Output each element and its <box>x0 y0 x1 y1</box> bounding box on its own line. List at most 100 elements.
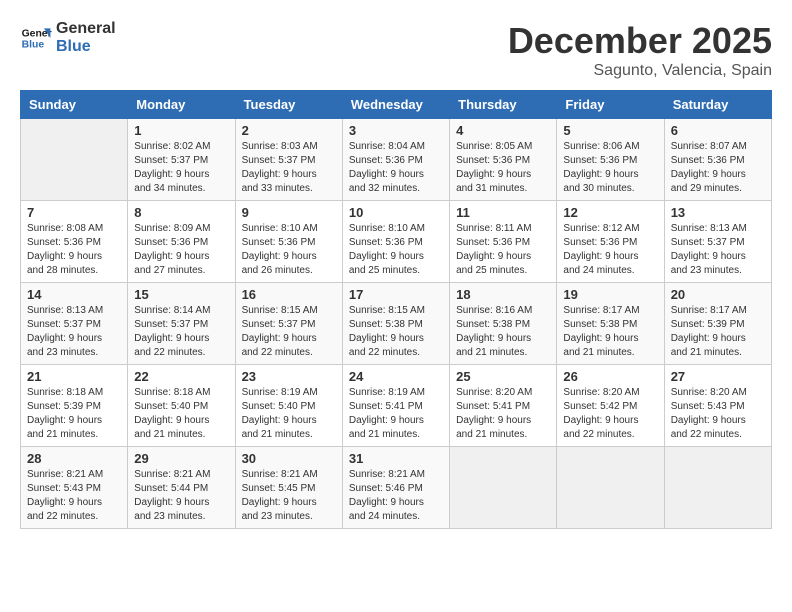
day-cell <box>450 447 557 529</box>
logo-general: General <box>56 20 116 38</box>
day-cell: 17 Sunrise: 8:15 AMSunset: 5:38 PMDayligh… <box>342 283 449 365</box>
svg-text:Blue: Blue <box>22 39 45 50</box>
day-cell: 11Sunrise: 8:11 AMSunset: 5:36 PMDayligh… <box>450 201 557 283</box>
day-number: 31 <box>349 451 443 466</box>
day-number: 27 <box>671 369 765 384</box>
day-number: 21 <box>27 369 121 384</box>
day-cell <box>557 447 664 529</box>
day-info: Sunrise: 8:19 AMSunset: 5:40 PMDaylight:… <box>242 386 336 442</box>
day-info: Sunrise: 8:08 AMSunset: 5:36 PMDaylight:… <box>27 222 121 278</box>
day-number: 17 <box>349 287 443 302</box>
day-number: 14 <box>27 287 121 302</box>
day-number: 10 <box>349 205 443 220</box>
day-cell <box>21 119 128 201</box>
day-number: 18 <box>456 287 550 302</box>
day-number: 13 <box>671 205 765 220</box>
day-number: 9 <box>242 205 336 220</box>
day-cell: 22 Sunrise: 8:18 AMSunset: 5:40 PMDayligh… <box>128 365 235 447</box>
day-number: 19 <box>563 287 657 302</box>
week-row-2: 7Sunrise: 8:08 AMSunset: 5:36 PMDaylight… <box>21 201 772 283</box>
day-cell: 24 Sunrise: 8:19 AMSunset: 5:41 PMDayligh… <box>342 365 449 447</box>
day-cell: 28Sunrise: 8:21 AMSunset: 5:43 PMDayligh… <box>21 447 128 529</box>
day-info: Sunrise: 8:21 AMSunset: 5:44 PMDaylight:… <box>134 468 228 524</box>
day-info: Sunrise: 8:06 AMSunset: 5:36 PMDaylight:… <box>563 140 657 196</box>
day-cell: 20 Sunrise: 8:17 AMSunset: 5:39 PMDayligh… <box>664 283 771 365</box>
day-number: 5 <box>563 123 657 138</box>
day-cell: 3 Sunrise: 8:04 AMSunset: 5:36 PMDaylight… <box>342 119 449 201</box>
day-info: Sunrise: 8:17 AMSunset: 5:39 PMDaylight:… <box>671 304 765 360</box>
month-title: December 2025 <box>508 20 772 62</box>
day-number: 2 <box>242 123 336 138</box>
day-cell: 9Sunrise: 8:10 AMSunset: 5:36 PMDaylight… <box>235 201 342 283</box>
day-info: Sunrise: 8:20 AMSunset: 5:43 PMDaylight:… <box>671 386 765 442</box>
day-info: Sunrise: 8:16 AMSunset: 5:38 PMDaylight:… <box>456 304 550 360</box>
column-header-sunday: Sunday <box>21 91 128 119</box>
day-info: Sunrise: 8:04 AMSunset: 5:36 PMDaylight:… <box>349 140 443 196</box>
column-header-tuesday: Tuesday <box>235 91 342 119</box>
day-cell: 2 Sunrise: 8:03 AMSunset: 5:37 PMDaylight… <box>235 119 342 201</box>
day-cell: 30 Sunrise: 8:21 AMSunset: 5:45 PMDayligh… <box>235 447 342 529</box>
day-cell: 14 Sunrise: 8:13 AMSunset: 5:37 PMDayligh… <box>21 283 128 365</box>
day-number: 4 <box>456 123 550 138</box>
day-number: 15 <box>134 287 228 302</box>
day-info: Sunrise: 8:20 AMSunset: 5:42 PMDaylight:… <box>563 386 657 442</box>
day-info: Sunrise: 8:13 AMSunset: 5:37 PMDaylight:… <box>27 304 121 360</box>
day-cell: 19Sunrise: 8:17 AMSunset: 5:38 PMDayligh… <box>557 283 664 365</box>
day-number: 23 <box>242 369 336 384</box>
day-info: Sunrise: 8:15 AMSunset: 5:38 PMDaylight:… <box>349 304 443 360</box>
week-row-3: 14 Sunrise: 8:13 AMSunset: 5:37 PMDayligh… <box>21 283 772 365</box>
day-number: 24 <box>349 369 443 384</box>
day-number: 28 <box>27 451 121 466</box>
day-info: Sunrise: 8:18 AMSunset: 5:40 PMDaylight:… <box>134 386 228 442</box>
day-info: Sunrise: 8:21 AMSunset: 5:45 PMDaylight:… <box>242 468 336 524</box>
day-info: Sunrise: 8:03 AMSunset: 5:37 PMDaylight:… <box>242 140 336 196</box>
day-info: Sunrise: 8:20 AMSunset: 5:41 PMDaylight:… <box>456 386 550 442</box>
day-cell: 8 Sunrise: 8:09 AMSunset: 5:36 PMDaylight… <box>128 201 235 283</box>
day-number: 22 <box>134 369 228 384</box>
day-number: 20 <box>671 287 765 302</box>
day-cell: 25Sunrise: 8:20 AMSunset: 5:41 PMDayligh… <box>450 365 557 447</box>
day-info: Sunrise: 8:19 AMSunset: 5:41 PMDaylight:… <box>349 386 443 442</box>
day-info: Sunrise: 8:14 AMSunset: 5:37 PMDaylight:… <box>134 304 228 360</box>
day-number: 26 <box>563 369 657 384</box>
day-number: 29 <box>134 451 228 466</box>
day-cell: 4Sunrise: 8:05 AMSunset: 5:36 PMDaylight… <box>450 119 557 201</box>
day-info: Sunrise: 8:21 AMSunset: 5:46 PMDaylight:… <box>349 468 443 524</box>
week-row-4: 21 Sunrise: 8:18 AMSunset: 5:39 PMDayligh… <box>21 365 772 447</box>
day-number: 1 <box>134 123 228 138</box>
day-number: 8 <box>134 205 228 220</box>
logo-blue: Blue <box>56 38 116 56</box>
day-cell: 29 Sunrise: 8:21 AMSunset: 5:44 PMDayligh… <box>128 447 235 529</box>
day-cell: 12 Sunrise: 8:12 AMSunset: 5:36 PMDayligh… <box>557 201 664 283</box>
day-number: 12 <box>563 205 657 220</box>
column-header-thursday: Thursday <box>450 91 557 119</box>
day-cell <box>664 447 771 529</box>
day-cell: 18 Sunrise: 8:16 AMSunset: 5:38 PMDayligh… <box>450 283 557 365</box>
day-cell: 10 Sunrise: 8:10 AMSunset: 5:36 PMDayligh… <box>342 201 449 283</box>
day-number: 3 <box>349 123 443 138</box>
day-info: Sunrise: 8:10 AMSunset: 5:36 PMDaylight:… <box>349 222 443 278</box>
day-cell: 21 Sunrise: 8:18 AMSunset: 5:39 PMDayligh… <box>21 365 128 447</box>
day-cell: 31 Sunrise: 8:21 AMSunset: 5:46 PMDayligh… <box>342 447 449 529</box>
day-cell: 27 Sunrise: 8:20 AMSunset: 5:43 PMDayligh… <box>664 365 771 447</box>
column-header-wednesday: Wednesday <box>342 91 449 119</box>
day-cell: 15 Sunrise: 8:14 AMSunset: 5:37 PMDayligh… <box>128 283 235 365</box>
calendar-table: SundayMondayTuesdayWednesdayThursdayFrid… <box>20 90 772 529</box>
day-cell: 7Sunrise: 8:08 AMSunset: 5:36 PMDaylight… <box>21 201 128 283</box>
day-number: 30 <box>242 451 336 466</box>
day-info: Sunrise: 8:15 AMSunset: 5:37 PMDaylight:… <box>242 304 336 360</box>
location: Sagunto, Valencia, Spain <box>508 62 772 80</box>
column-header-saturday: Saturday <box>664 91 771 119</box>
day-cell: 23 Sunrise: 8:19 AMSunset: 5:40 PMDayligh… <box>235 365 342 447</box>
day-cell: 1Sunrise: 8:02 AMSunset: 5:37 PMDaylight… <box>128 119 235 201</box>
logo: General Blue General Blue <box>20 20 116 55</box>
day-cell: 6 Sunrise: 8:07 AMSunset: 5:36 PMDaylight… <box>664 119 771 201</box>
week-row-1: 1Sunrise: 8:02 AMSunset: 5:37 PMDaylight… <box>21 119 772 201</box>
day-number: 6 <box>671 123 765 138</box>
day-info: Sunrise: 8:12 AMSunset: 5:36 PMDaylight:… <box>563 222 657 278</box>
day-info: Sunrise: 8:09 AMSunset: 5:36 PMDaylight:… <box>134 222 228 278</box>
day-info: Sunrise: 8:18 AMSunset: 5:39 PMDaylight:… <box>27 386 121 442</box>
column-header-friday: Friday <box>557 91 664 119</box>
day-info: Sunrise: 8:07 AMSunset: 5:36 PMDaylight:… <box>671 140 765 196</box>
day-info: Sunrise: 8:11 AMSunset: 5:36 PMDaylight:… <box>456 222 550 278</box>
